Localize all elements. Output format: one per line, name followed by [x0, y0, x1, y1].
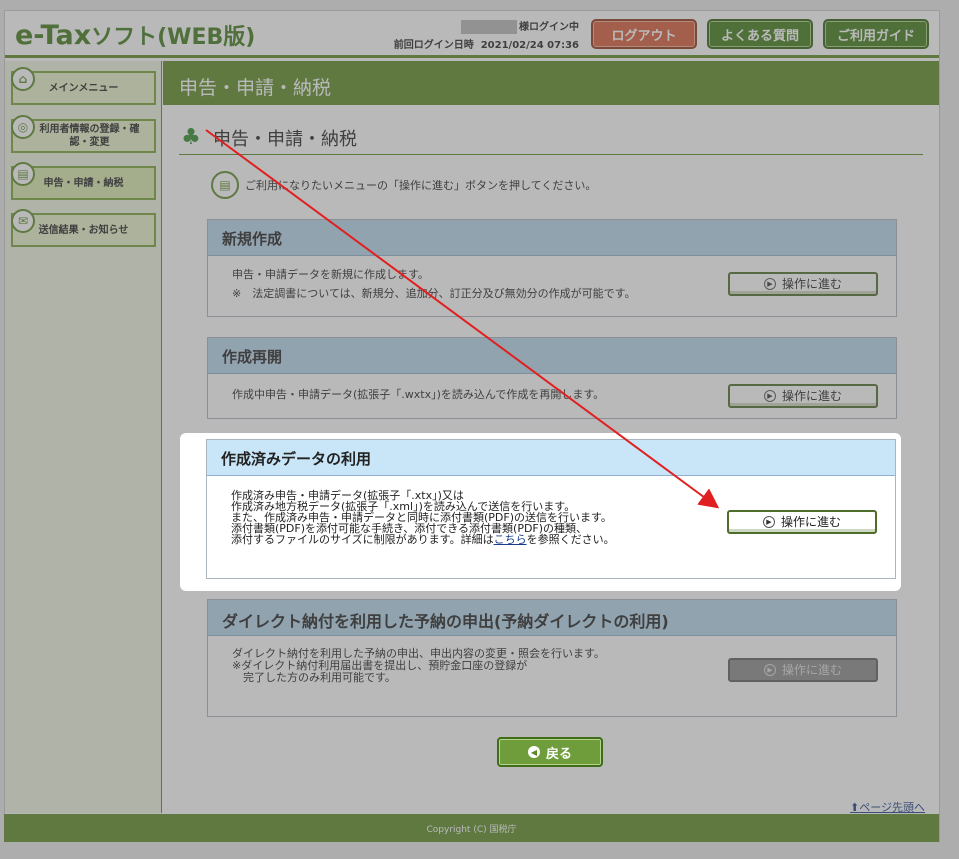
panel-new: 新規作成 申告・申請データを新規に作成します。 ※ 法定調書については、新規分、… — [207, 219, 897, 317]
clover-icon: ♣ — [181, 125, 201, 150]
guide-button[interactable]: ご利用ガイド — [823, 19, 929, 49]
sidebar-item-user-info[interactable]: ◎ 利用者情報の登録・確認・変更 — [11, 115, 156, 153]
up-arrow-icon: ⬆ — [850, 801, 860, 814]
login-info: 様ログイン中 前回ログイン日時 2021/02/24 07:36 — [383, 19, 579, 55]
panel-text-last: 添付するファイルのサイズに制限があります。詳細はこちらを参照ください。 — [231, 534, 871, 545]
logout-button[interactable]: ログアウト — [591, 19, 697, 49]
header: e-Taxソフト(WEB版) 様ログイン中 前回ログイン日時 2021/02/2… — [5, 11, 939, 58]
sidebar-item-results[interactable]: ✉ 送信結果・お知らせ — [11, 209, 156, 247]
sidebar-item-filing[interactable]: ▤ 申告・申請・納税 — [11, 162, 156, 200]
back-arrow-icon: ◀ — [527, 746, 540, 758]
play-icon: ▶ — [762, 516, 775, 528]
sidebar-item-label: メインメニュー — [48, 82, 119, 94]
proceed-button-direct-disabled: ▶ 操作に進む — [728, 658, 878, 682]
footer: Copyright (C) 国税庁 — [4, 814, 939, 842]
sidebar-item-label: 利用者情報の登録・確認・変更 — [39, 124, 140, 148]
user-settings-icon: ◎ — [11, 115, 35, 139]
panel-title: 作成済みデータの利用 — [207, 440, 895, 476]
panel-body: 作成済み申告・申請データ(拡張子「.xtx」)又は 作成済み地方税データ(拡張子… — [207, 476, 895, 553]
proceed-button-new[interactable]: ▶ 操作に進む — [728, 272, 878, 296]
proceed-label: 操作に進む — [781, 276, 842, 291]
logo-main: e-Tax — [15, 20, 92, 51]
panel-text: 添付するファイルのサイズに制限があります。詳細は — [231, 533, 494, 546]
sidebar-item-label: 送信結果・お知らせ — [38, 224, 129, 236]
panel-body: ダイレクト納付を利用した予納の申出、申出内容の変更・照会を行います。 ※ダイレク… — [208, 636, 896, 692]
app-window: e-Taxソフト(WEB版) 様ログイン中 前回ログイン日時 2021/02/2… — [4, 10, 940, 842]
proceed-button-existing[interactable]: ▶ 操作に進む — [727, 510, 877, 534]
logo-kana: ソフト(WEB版) — [91, 25, 256, 50]
masked-user-name — [461, 20, 517, 34]
panel-title: 新規作成 — [208, 220, 896, 256]
play-icon: ▶ — [763, 278, 776, 290]
back-label: 戻る — [545, 746, 572, 762]
document-icon: ▤ — [11, 162, 35, 186]
main-header: 申告・申請・納税 — [163, 61, 939, 105]
back-button[interactable]: ◀ 戻る — [497, 737, 603, 767]
panel-body: 申告・申請データを新規に作成します。 ※ 法定調書については、新規分、追加分、訂… — [208, 256, 896, 308]
panel-title: 作成再開 — [208, 338, 896, 374]
section-title-text: 申告・申請・納税 — [213, 128, 357, 150]
sidebar-item-main-menu[interactable]: ⌂ メインメニュー — [11, 67, 156, 105]
home-icon: ⌂ — [11, 67, 35, 91]
copyright: Copyright (C) 国税庁 — [426, 824, 517, 835]
panel-resume: 作成再開 作成中申告・申請データ(拡張子「.wxtx」)を読み込んで作成を再開し… — [207, 337, 897, 419]
panel-existing-data: 作成済みデータの利用 作成済み申告・申請データ(拡張子「.xtx」)又は 作成済… — [206, 439, 896, 579]
sidebar-item-label: 申告・申請・納税 — [43, 177, 124, 189]
app-logo: e-Taxソフト(WEB版) — [15, 19, 255, 51]
play-icon: ▶ — [763, 390, 776, 402]
faq-button[interactable]: よくある質問 — [707, 19, 813, 49]
page-top-link[interactable]: ⬆ページ先頭へ — [850, 799, 925, 815]
proceed-button-resume[interactable]: ▶ 操作に進む — [728, 384, 878, 408]
instruction: ▤ ご利用になりたいメニューの「操作に進む」ボタンを押してください。 — [211, 171, 596, 199]
details-link[interactable]: こちら — [494, 533, 527, 546]
mail-icon: ✉ — [11, 209, 35, 233]
panel-text: を参照ください。 — [526, 533, 615, 546]
last-login-value: 2021/02/24 07:36 — [480, 40, 579, 51]
document-icon: ▤ — [211, 171, 239, 199]
panel-direct-payment: ダイレクト納付を利用した予納の申出(予納ダイレクトの利用) ダイレクト納付を利用… — [207, 599, 897, 717]
proceed-label: 操作に進む — [781, 663, 842, 677]
panel-title: ダイレクト納付を利用した予納の申出(予納ダイレクトの利用) — [208, 600, 896, 636]
proceed-label: 操作に進む — [781, 388, 842, 403]
login-status: 様ログイン中 — [519, 22, 579, 33]
proceed-label: 操作に進む — [780, 514, 841, 529]
instruction-text: ご利用になりたいメニューの「操作に進む」ボタンを押してください。 — [245, 179, 597, 192]
page-top-label: ページ先頭へ — [859, 801, 925, 814]
panel-body: 作成中申告・申請データ(拡張子「.wxtx」)を読み込んで作成を再開します。 ▶… — [208, 374, 896, 409]
sidebar: ⌂ メインメニュー ◎ 利用者情報の登録・確認・変更 ▤ 申告・申請・納税 ✉ … — [5, 61, 162, 813]
last-login-label: 前回ログイン日時 — [393, 40, 474, 51]
section-title: ♣ 申告・申請・納税 — [179, 121, 923, 155]
play-icon: ▶ — [763, 664, 776, 676]
